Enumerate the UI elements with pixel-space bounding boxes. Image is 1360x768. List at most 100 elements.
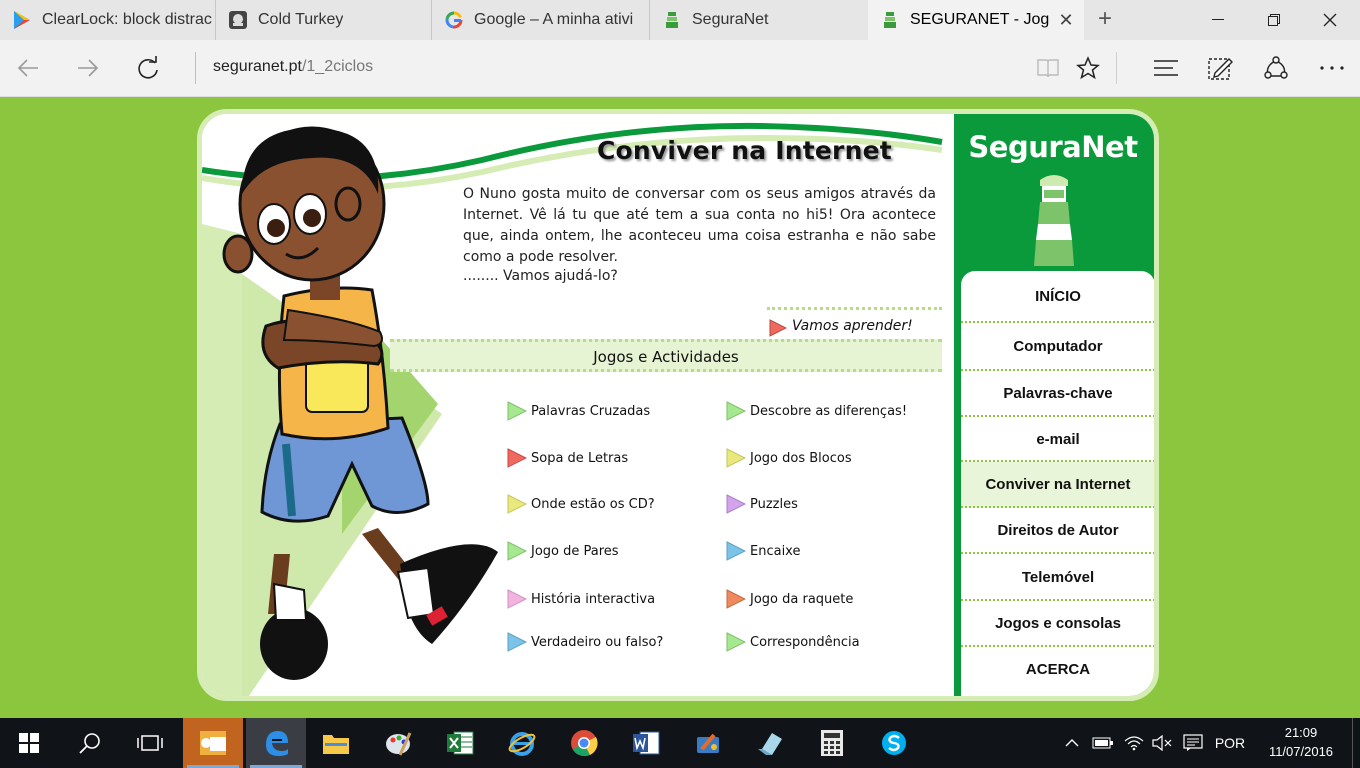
start-button[interactable] [5,718,53,768]
game-label: Puzzles [750,496,798,512]
intro-question: ........ Vamos ajudá-lo? [463,268,618,284]
tab-strip: ClearLock: block distrac Cold Turkey Goo… [0,0,1360,40]
word-app[interactable] [622,718,670,768]
new-tab-button[interactable]: + [1090,6,1120,34]
volume-control[interactable] [1150,718,1174,768]
arrow-right-icon [78,59,99,77]
game-sopa-de-letras[interactable]: Sopa de Letras [507,447,628,469]
edge-app[interactable] [246,718,306,768]
paint-app[interactable] [374,718,422,768]
seguranet-icon [662,10,682,30]
skype-icon [882,731,906,755]
refresh-button[interactable] [128,50,168,86]
game-jogo-de-pares[interactable]: Jogo de Pares [507,540,619,562]
task-view-button[interactable] [126,718,174,768]
outlook-app[interactable] [183,718,243,768]
internet-explorer-app[interactable] [498,718,546,768]
address-bar[interactable]: seguranet.pt/1_2ciclos [213,58,373,76]
menu-palavras-chave[interactable]: Palavras-chave [961,371,1154,417]
close-window-button[interactable] [1302,0,1358,40]
game-label: Correspondência [750,634,860,650]
wifi-icon [1124,736,1144,751]
close-tab-icon[interactable]: ✕ [1056,10,1076,30]
tab-seguranet[interactable]: SeguraNet [650,0,868,40]
back-button[interactable] [8,50,48,86]
menu-inicio[interactable]: INÍCIO [961,271,1154,323]
hub-button[interactable] [1146,50,1186,86]
calculator-app[interactable] [808,718,856,768]
chevron-up-icon [1065,739,1079,747]
game-palavras-cruzadas[interactable]: Palavras Cruzadas [507,400,650,422]
forward-button[interactable] [68,50,108,86]
game-encaixe[interactable]: Encaixe [726,540,800,562]
play-arrow-icon [769,319,787,337]
tab-cold-turkey[interactable]: Cold Turkey [216,0,432,40]
minimize-button[interactable] [1190,0,1246,40]
more-button[interactable] [1312,50,1352,86]
reading-view-button[interactable] [1028,50,1068,86]
search-button[interactable] [66,718,114,768]
battery-status[interactable] [1090,718,1116,768]
restore-button[interactable] [1246,0,1302,40]
intro-text: O Nuno gosta muito de conversar com os s… [463,186,936,265]
network-status[interactable] [1122,718,1146,768]
play-arrow-icon [726,401,746,421]
menu-acerca[interactable]: ACERCA [961,647,1154,693]
menu-telemovel[interactable]: Telemóvel [961,554,1154,601]
book-icon [1037,59,1059,78]
tab-seguranet-jogo[interactable]: SEGURANET - Jogo ✕ [868,0,1084,40]
learn-link-label: Vamos aprender! [792,318,913,334]
menu-conviver-na-internet[interactable]: Conviver na Internet [961,462,1154,508]
game-correspondencia[interactable]: Correspondência [726,631,860,653]
eraser-app[interactable] [746,718,794,768]
game-onde-estao-os-cd[interactable]: Onde estão os CD? [507,493,655,515]
outlook-icon [200,731,226,755]
show-desktop-button[interactable] [1352,718,1360,768]
tools-app[interactable] [684,718,732,768]
page-content: Conviver na Internet O Nuno gosta muito … [0,97,1360,718]
chrome-app[interactable] [560,718,608,768]
menu-email[interactable]: e-mail [961,417,1154,462]
menu-jogos-e-consolas[interactable]: Jogos e consolas [961,601,1154,647]
favorite-button[interactable] [1068,50,1108,86]
menu-direitos-de-autor[interactable]: Direitos de Autor [961,508,1154,554]
game-verdadeiro-ou-falso[interactable]: Verdadeiro ou falso? [507,631,663,653]
game-jogo-da-raquete[interactable]: Jogo da raquete [726,588,853,610]
side-menu: INÍCIO Computador Palavras-chave e-mail … [961,271,1154,696]
google-icon [444,10,464,30]
menu-computador[interactable]: Computador [961,323,1154,371]
play-arrow-icon [507,448,527,468]
toolbox-icon [697,733,719,753]
internet-explorer-icon [508,732,536,756]
excel-app[interactable] [436,718,484,768]
play-arrow-icon [726,589,746,609]
battery-icon [1092,737,1113,749]
learn-link[interactable]: Vamos aprender! [767,307,942,340]
game-jogo-dos-blocos[interactable]: Jogo dos Blocos [726,447,852,469]
address-divider [195,52,196,84]
action-center[interactable] [1180,718,1206,768]
tab-clearlock[interactable]: ClearLock: block distrac [0,0,216,40]
search-icon [79,733,100,754]
play-arrow-icon [507,541,527,561]
skype-app[interactable] [870,718,918,768]
tab-google[interactable]: Google – A minha ativi [432,0,650,40]
share-button[interactable] [1256,50,1296,86]
show-hidden-icons[interactable] [1060,718,1084,768]
windows-logo-icon [19,733,39,753]
input-language[interactable]: POR [1208,718,1252,768]
game-descobre-as-diferencas[interactable]: Descobre as diferenças! [726,400,907,422]
web-note-icon [1208,58,1233,80]
games-heading: Jogos e Actividades [593,348,739,366]
game-puzzles[interactable]: Puzzles [726,493,798,515]
web-note-button[interactable] [1200,50,1240,86]
game-historia-interactiva[interactable]: História interactiva [507,588,655,610]
seguranet-logo: SeguraNet [968,130,1138,164]
game-label: Onde estão os CD? [531,496,655,512]
toolbar-divider [1116,52,1117,84]
file-explorer-app[interactable] [312,718,360,768]
word-icon [633,731,660,755]
speaker-muted-icon [1152,735,1172,751]
clock[interactable]: 21:09 11/07/2016 [1256,723,1346,761]
game-label: Jogo dos Blocos [750,450,852,466]
